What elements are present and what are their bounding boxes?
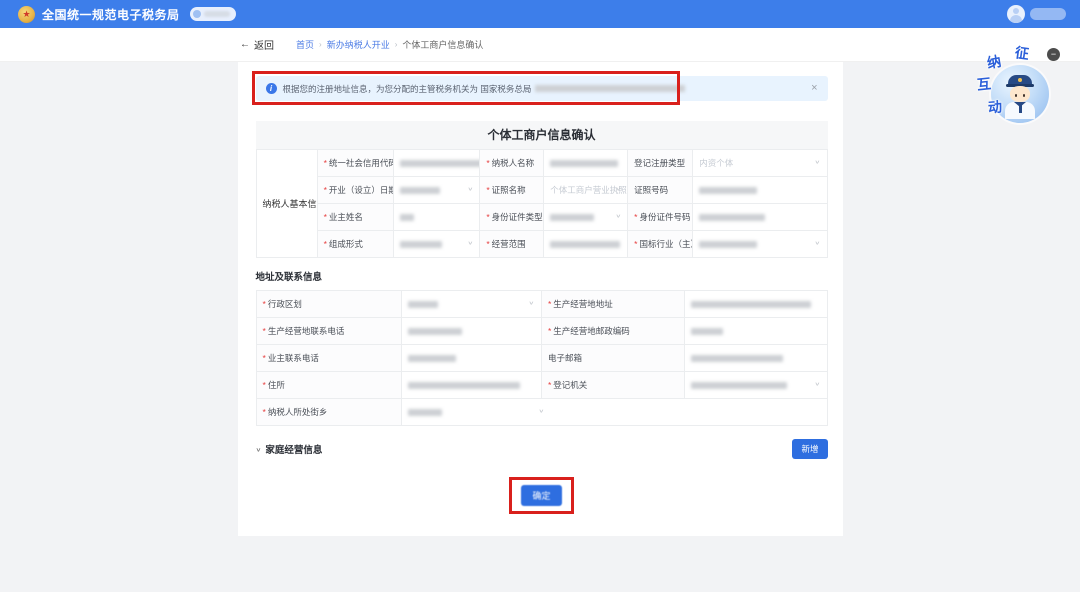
address-info-table: * 行政区划 ∨ * 生产经营地地址 * 生产经营地联系电话 * 生产经营地邮政编码 *…: [255, 290, 828, 426]
label-open-date: * 开业（设立）日期: [316, 176, 394, 204]
breadcrumb-separator-icon: ›: [394, 40, 398, 49]
confirmation-card: i 根据您的注册地址信息，为您分配的主管税务机关为 国家税务总局 × 个体工商户…: [237, 62, 843, 536]
tax-authority-alert: i 根据您的注册地址信息，为您分配的主管税务机关为 国家税务总局 ×: [251, 71, 828, 105]
section-title-address: 地址及联系信息: [255, 272, 323, 283]
input-residence[interactable]: [401, 371, 542, 399]
chevron-down-icon: ∨: [814, 381, 821, 387]
label-residence: * 住所: [255, 371, 403, 399]
minimize-icon[interactable]: −: [1047, 48, 1060, 61]
label-id-number: * 身份证件号码: [627, 203, 694, 231]
username-redacted[interactable]: [1030, 8, 1066, 20]
input-license-number[interactable]: [692, 176, 828, 204]
user-avatar[interactable]: [1007, 5, 1025, 23]
label-credit-code: * 统一社会信用代码: [316, 149, 394, 177]
input-email[interactable]: [683, 344, 828, 372]
input-taxpayer-name[interactable]: [543, 149, 629, 177]
person-icon: [1013, 8, 1019, 14]
label-email: 电子邮箱: [540, 344, 685, 372]
info-icon: i: [265, 83, 277, 94]
chevron-down-icon: ∨: [814, 159, 821, 165]
label-business-address: * 生产经营地地址: [540, 290, 685, 318]
chevron-down-icon: ∨: [814, 240, 821, 246]
label-industry: *国标行业（主）: [627, 230, 694, 258]
close-icon[interactable]: ×: [811, 83, 817, 94]
input-owner-name[interactable]: [392, 203, 481, 231]
select-admin-division[interactable]: ∨: [401, 290, 542, 318]
mascot-char: 动: [987, 98, 1003, 116]
basic-info-table: 纳税人基本信息 *统一社会信用代码 *纳税人名称 登记注册类型 内资个体∨ *开…: [255, 149, 828, 258]
person-icon: [1010, 15, 1022, 23]
breadcrumb-home[interactable]: 首页: [296, 38, 314, 51]
chevron-down-icon: ∨: [614, 186, 621, 192]
confirm-button[interactable]: 确定: [521, 485, 562, 506]
group-header-basic: 纳税人基本信息: [255, 149, 318, 258]
label-taxpayer-township: * 纳税人所处街乡: [255, 398, 403, 426]
chevron-down-icon: ∨: [467, 186, 473, 192]
select-license-name[interactable]: 个体工商户营业执照 ∨: [543, 176, 629, 204]
location-toggle-pill[interactable]: [189, 7, 236, 21]
alert-text: 根据您的注册地址信息，为您分配的主管税务机关为 国家税务总局: [282, 83, 532, 94]
tax-officer-illustration: [1003, 75, 1037, 119]
alert-redacted-authority: [535, 85, 686, 92]
back-arrow-icon: ←: [240, 39, 250, 50]
select-open-date[interactable]: ∨: [392, 176, 481, 204]
input-owner-phone[interactable]: [401, 344, 542, 372]
input-business-address[interactable]: [683, 290, 828, 318]
breadcrumb-new-taxpayer[interactable]: 新办纳税人开业: [327, 38, 390, 51]
input-postal-code[interactable]: [683, 317, 828, 345]
label-license-number: 证照号码: [627, 176, 694, 204]
toggle-dot-icon: [192, 10, 201, 18]
breadcrumb-separator-icon: ›: [319, 40, 322, 49]
app-title: 全国统一规范电子税务局: [42, 7, 180, 22]
collapse-chevron-icon[interactable]: ∨: [256, 446, 262, 452]
app-header: ★ 全国统一规范电子税务局: [0, 0, 1080, 28]
select-industry[interactable]: ∨: [692, 230, 828, 258]
label-postal-code: * 生产经营地邮政编码: [540, 317, 685, 345]
label-owner-name: * 业主姓名: [316, 203, 394, 231]
mascot-char: 纳: [985, 52, 1003, 72]
input-business-phone[interactable]: [401, 317, 542, 345]
breadcrumb-bar: ← 返回 首页 › 新办纳税人开业 › 个体工商户信息确认: [0, 28, 1080, 62]
back-button[interactable]: ← 返回: [240, 37, 274, 52]
national-emblem-icon: ★: [18, 5, 35, 23]
input-business-scope[interactable]: [543, 230, 629, 258]
chevron-down-icon: ∨: [528, 300, 535, 306]
label-id-type: * 身份证件类型: [479, 203, 545, 231]
mascot-char: 征: [1013, 44, 1031, 62]
chevron-down-icon: ∨: [537, 408, 544, 414]
label-business-phone: * 生产经营地联系电话: [255, 317, 403, 345]
redacted-location-text: [203, 11, 230, 17]
red-annotation-box: 确定: [509, 477, 574, 514]
select-taxpayer-township[interactable]: ∨: [401, 398, 828, 426]
page-title: 个体工商户信息确认: [255, 121, 828, 149]
label-owner-phone: * 业主联系电话: [255, 344, 403, 372]
select-registration-authority[interactable]: ∨: [683, 371, 828, 399]
add-button[interactable]: 新增: [792, 439, 828, 459]
label-license-name: * 证照名称: [479, 176, 545, 204]
select-id-type[interactable]: ∨: [543, 203, 629, 231]
tax-assistant-widget[interactable]: − 纳 征 互 动: [971, 40, 1063, 130]
select-composition-form[interactable]: ∨: [392, 230, 481, 258]
family-section-header: ∨ 家庭经营信息 新增: [256, 439, 828, 459]
breadcrumb-current: 个体工商户信息确认: [402, 40, 484, 50]
breadcrumb: 首页 › 新办纳税人开业 › 个体工商户信息确认: [296, 38, 483, 51]
family-section-title[interactable]: 家庭经营信息: [265, 442, 322, 456]
label-taxpayer-name: * 纳税人名称: [479, 149, 545, 177]
label-business-scope: * 经营范围: [479, 230, 545, 258]
chevron-down-icon: ∨: [467, 240, 473, 246]
chevron-down-icon: ∨: [614, 213, 621, 219]
label-registration-type: 登记注册类型: [627, 149, 694, 177]
label-admin-division: * 行政区划: [255, 290, 403, 318]
select-registration-type[interactable]: 内资个体 ∨: [692, 149, 828, 177]
label-composition-form: * 组成形式: [316, 230, 394, 258]
input-credit-code[interactable]: [392, 149, 481, 177]
label-registration-authority: * 登记机关: [540, 371, 685, 399]
input-id-number[interactable]: [692, 203, 828, 231]
back-label: 返回: [254, 41, 274, 52]
mascot-char: 互: [976, 75, 992, 93]
